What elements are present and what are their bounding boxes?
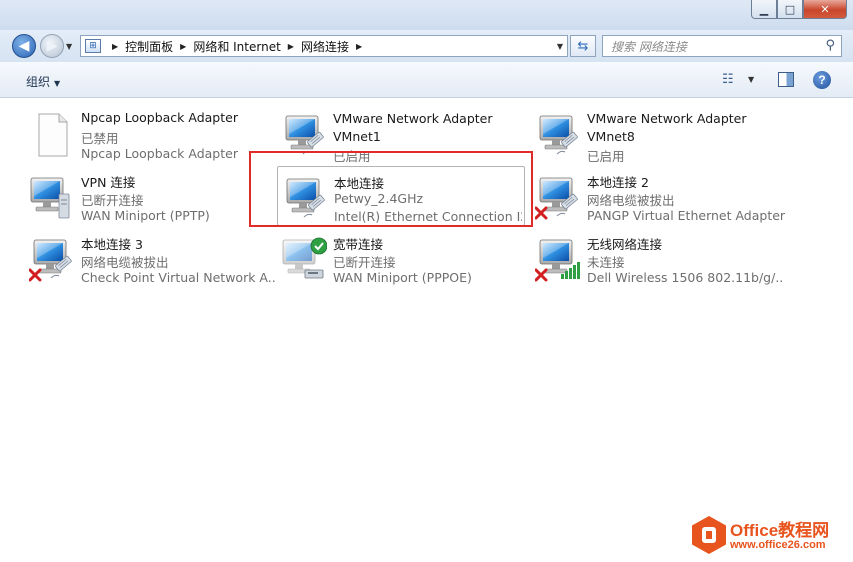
adapter-name: VMware Network Adapter VMnet1 — [333, 111, 493, 144]
blank-document-icon — [29, 112, 75, 158]
chevron-right-icon[interactable]: ▶ — [288, 42, 294, 51]
adapter-device: Npcap Loopback Adapter — [81, 146, 238, 161]
watermark-url: www.office26.com — [730, 539, 826, 551]
adapter-name: 宽带连接 — [333, 237, 384, 252]
organize-label: 组织 — [26, 75, 51, 89]
adapter-item[interactable]: 无线网络连接 未连接 Dell Wireless 1506 802.11b/g/… — [531, 228, 783, 288]
control-panel-icon: ⊞ — [85, 39, 101, 53]
adapter-status: 已断开连接 — [333, 255, 396, 270]
adapter-name: Npcap Loopback Adapter — [81, 110, 238, 125]
wireless-adapter-disconnected-icon — [534, 236, 581, 282]
view-options-dropdown[interactable]: ▼ — [748, 75, 754, 84]
refresh-icon: ⇆ — [577, 38, 589, 54]
adapter-name: 本地连接 3 — [81, 237, 143, 252]
breadcrumb-network-connections[interactable]: 网络连接 — [301, 38, 349, 55]
adapter-item[interactable]: VMware Network Adapter VMnet8 已启用 — [531, 104, 783, 164]
title-bar: ▁ □ ✕ — [0, 0, 853, 30]
address-row: ◀ ▶ ▼ ⊞ ▶ 控制面板 ▶ 网络和 Internet ▶ 网络连接 ▶ ▼… — [0, 30, 853, 62]
adapter-item[interactable]: 宽带连接 已断开连接 WAN Miniport (PPPOE) — [277, 228, 529, 288]
command-bar: 组织 ▼ ☷ ▼ ? — [0, 62, 853, 98]
adapter-name: 无线网络连接 — [587, 237, 663, 252]
arrow-right-icon: ▶ — [46, 38, 58, 54]
adapter-device: WAN Miniport (PPTP) — [81, 208, 210, 223]
adapter-item[interactable]: VPN 连接 已断开连接 WAN Miniport (PPTP) — [25, 166, 277, 226]
adapter-status: 网络电缆被拔出 — [587, 193, 675, 208]
adapter-item[interactable]: 本地连接 3 网络电缆被拔出 Check Point Virtual Netwo… — [25, 228, 277, 288]
chevron-right-icon[interactable]: ▶ — [356, 42, 362, 51]
back-button[interactable]: ◀ — [12, 34, 36, 58]
adapter-name: VPN 连接 — [81, 175, 136, 190]
vpn-adapter-icon — [29, 174, 75, 220]
preview-pane-icon[interactable] — [778, 72, 794, 87]
adapter-device: Dell Wireless 1506 802.11b/g/... — [587, 270, 783, 285]
adapter-status: 已启用 — [587, 149, 625, 164]
recent-pages-dropdown[interactable]: ▼ — [66, 42, 72, 51]
address-bar[interactable]: ⊞ ▶ 控制面板 ▶ 网络和 Internet ▶ 网络连接 ▶ ▼ — [80, 35, 568, 57]
adapter-status: 已禁用 — [81, 131, 119, 146]
watermark-brand: Office教程网 — [730, 521, 830, 540]
watermark: Office教程网 www.office26.com — [688, 512, 853, 562]
change-view-icon[interactable]: ☷ — [722, 72, 738, 88]
organize-button[interactable]: 组织 ▼ — [26, 73, 60, 90]
breadcrumb-control-panel[interactable]: 控制面板 — [125, 38, 173, 55]
minimize-button[interactable]: ▁ — [751, 0, 777, 19]
breadcrumb-network-internet[interactable]: 网络和 Internet — [193, 38, 280, 55]
help-button[interactable]: ? — [813, 71, 831, 89]
address-dropdown-button[interactable]: ▼ — [557, 42, 563, 51]
adapter-status: 网络电缆被拔出 — [81, 255, 169, 270]
close-button[interactable]: ✕ — [803, 0, 847, 19]
chevron-right-icon[interactable]: ▶ — [180, 42, 186, 51]
chevron-down-icon: ▼ — [54, 79, 61, 88]
chevron-right-icon[interactable]: ▶ — [112, 42, 118, 51]
adapter-item[interactable]: 本地连接 2 网络电缆被拔出 PANGP Virtual Ethernet Ad… — [531, 166, 785, 226]
adapter-device: WAN Miniport (PPPOE) — [333, 270, 472, 285]
office-logo-icon — [692, 516, 726, 554]
adapter-status: 未连接 — [587, 255, 625, 270]
forward-button[interactable]: ▶ — [40, 34, 64, 58]
adapter-status: 已断开连接 — [81, 193, 144, 208]
search-input[interactable]: 搜索 网络连接 ⚲ — [602, 35, 842, 57]
adapter-device: Check Point Virtual Network A... — [81, 270, 277, 285]
refresh-button[interactable]: ⇆ — [570, 35, 596, 57]
adapter-name: 本地连接 2 — [587, 175, 649, 190]
search-placeholder: 搜索 网络连接 — [611, 39, 687, 54]
caption-buttons: ▁ □ ✕ — [751, 0, 847, 19]
annotation-highlight-box — [249, 151, 533, 227]
adapter-device: PANGP Virtual Ethernet Adapter — [587, 208, 786, 223]
search-icon[interactable]: ⚲ — [825, 38, 835, 53]
network-adapter-disconnected-icon — [534, 174, 581, 220]
network-adapter-icon — [535, 112, 581, 158]
arrow-left-icon: ◀ — [18, 38, 30, 54]
network-adapter-disconnected-icon — [28, 236, 75, 282]
connections-list: Npcap Loopback Adapter 已禁用 Npcap Loopbac… — [0, 98, 853, 562]
broadband-adapter-icon — [281, 236, 328, 282]
adapter-name: VMware Network Adapter VMnet8 — [587, 111, 747, 144]
maximize-button[interactable]: □ — [777, 0, 803, 19]
adapter-item[interactable]: Npcap Loopback Adapter 已禁用 Npcap Loopbac… — [25, 104, 277, 164]
